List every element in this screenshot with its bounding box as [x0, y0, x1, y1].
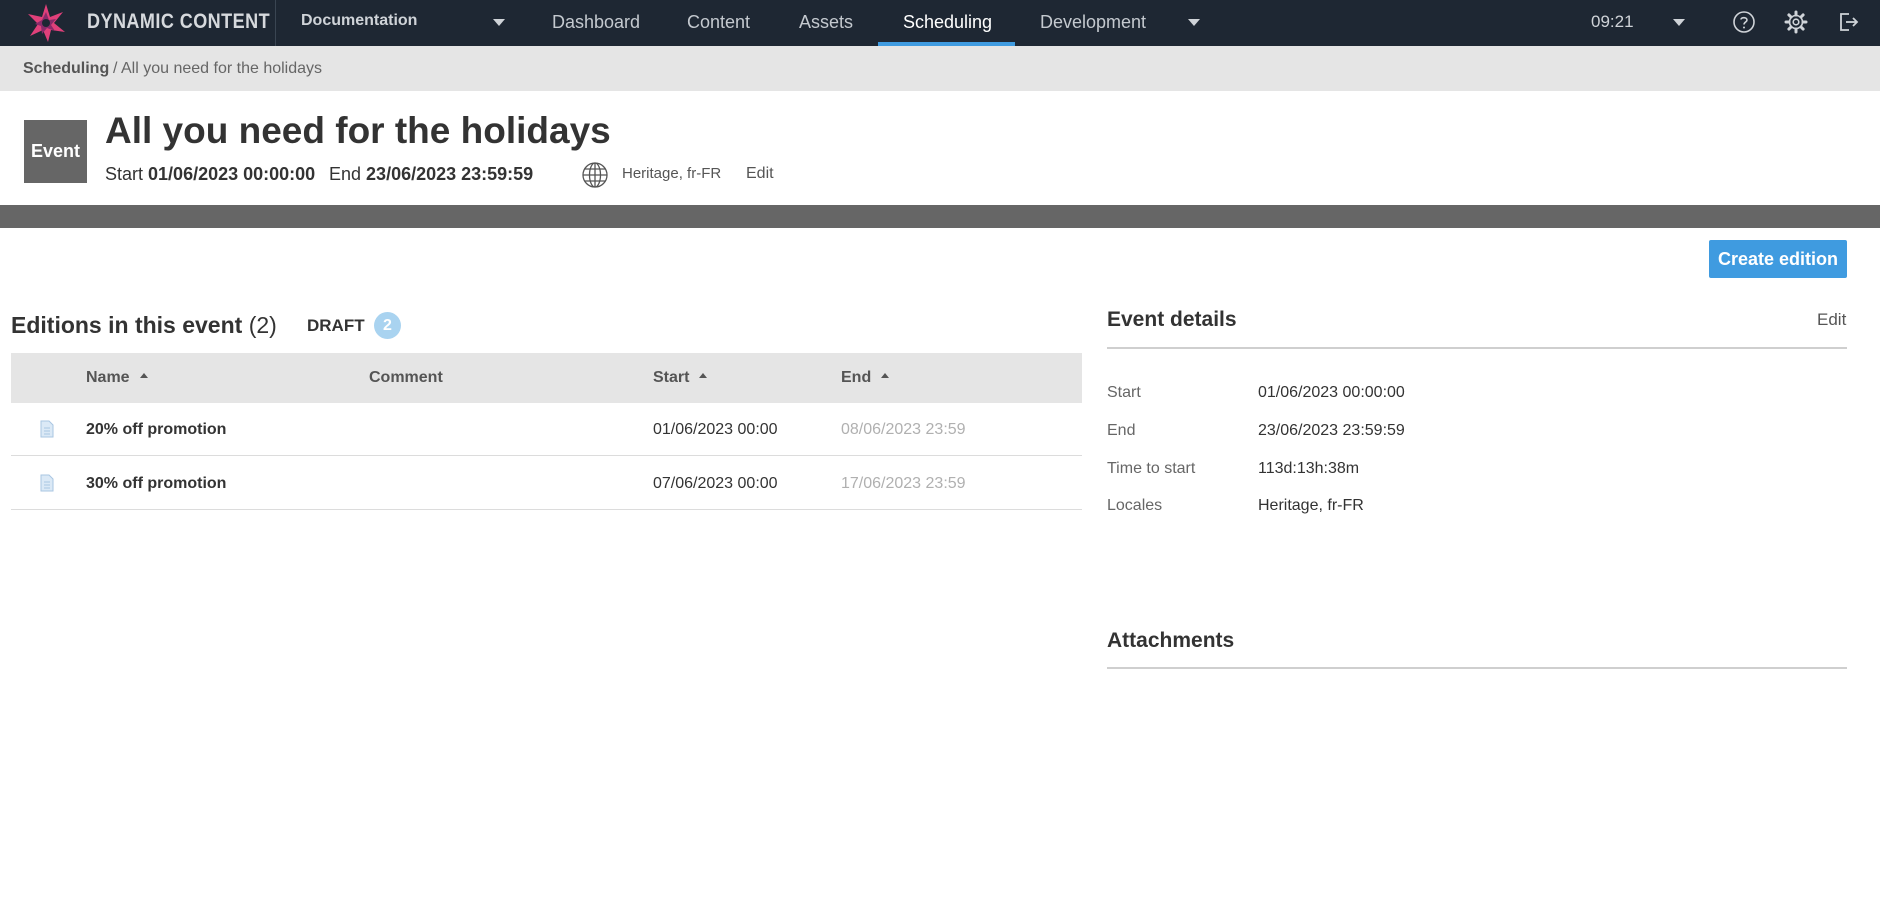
draft-count-badge: 2 [374, 312, 401, 339]
event-locales: Heritage, fr-FR [622, 165, 722, 182]
document-icon [40, 474, 54, 492]
sort-ascending-icon[interactable] [139, 373, 148, 379]
dynamic-content-logo-icon[interactable] [25, 2, 67, 44]
edition-name[interactable]: 20% off promotion [86, 421, 226, 439]
edition-end: 17/06/2023 23:59 [841, 475, 966, 492]
edition-start: 01/06/2023 00:00 [653, 421, 778, 438]
breadcrumb: Scheduling / All you need for the holida… [0, 46, 1880, 91]
detail-label-end: End [1107, 422, 1136, 439]
column-label: Start [653, 369, 690, 386]
end-value: 23/06/2023 23:59:59 [366, 164, 534, 184]
breadcrumb-current: / All you need for the holidays [113, 60, 323, 77]
event-details-heading: Event details [1107, 308, 1237, 331]
detail-value-start: 01/06/2023 00:00:00 [1258, 384, 1405, 401]
chevron-down-icon[interactable] [1673, 19, 1685, 26]
event-end: End 23/06/2023 23:59:59 [329, 164, 533, 185]
event-type-badge: Event [24, 120, 87, 183]
column-header-name[interactable]: Name [86, 369, 148, 387]
detail-label-start: Start [1107, 384, 1141, 401]
nav-scheduling[interactable]: Scheduling [903, 12, 992, 33]
breadcrumb-scheduling-link[interactable]: Scheduling [23, 60, 109, 78]
edit-details-link[interactable]: Edit [1817, 310, 1846, 330]
column-header-comment: Comment [369, 369, 443, 387]
nav-content[interactable]: Content [687, 12, 750, 33]
column-label: End [841, 369, 872, 386]
detail-value-time-to-start: 113d:13h:38m [1258, 460, 1360, 477]
column-header-end[interactable]: End [841, 369, 890, 387]
editions-heading: Editions in this event (2) [11, 312, 277, 339]
nav-development[interactable]: Development [1040, 12, 1146, 33]
detail-value-locales: Heritage, fr-FR [1258, 497, 1364, 514]
top-navigation-bar: DYNAMIC CONTENT Documentation Dashboard … [0, 0, 1880, 46]
start-label: Start [105, 164, 144, 184]
detail-value-end: 23/06/2023 23:59:59 [1258, 422, 1405, 439]
start-value: 01/06/2023 00:00:00 [148, 164, 316, 184]
editions-title: Editions in this event [11, 312, 243, 338]
gear-icon[interactable] [1783, 9, 1809, 35]
divider [275, 0, 276, 46]
chevron-down-icon[interactable] [1188, 19, 1200, 26]
detail-label-locales: Locales [1107, 497, 1163, 514]
page-title: All you need for the holidays [105, 110, 611, 151]
end-label: End [329, 164, 362, 184]
editions-table-header: Name Comment Start End [11, 353, 1082, 403]
table-row[interactable]: 20% off promotion 01/06/2023 00:00 08/06… [11, 403, 1082, 456]
attachments-heading: Attachments [1107, 629, 1235, 652]
column-label: Comment [369, 369, 443, 386]
help-icon[interactable] [1731, 9, 1757, 35]
sort-ascending-icon[interactable] [881, 373, 890, 379]
column-label: Name [86, 369, 130, 386]
edition-start: 07/06/2023 00:00 [653, 475, 778, 492]
clock-display[interactable]: 09:21 [1591, 12, 1634, 32]
nav-assets[interactable]: Assets [799, 12, 853, 33]
edition-name[interactable]: 30% off promotion [86, 475, 226, 493]
edit-event-link[interactable]: Edit [746, 165, 774, 183]
nav-dashboard[interactable]: Dashboard [552, 12, 640, 33]
event-start: Start 01/06/2023 00:00:00 [105, 164, 315, 185]
document-icon [40, 420, 54, 438]
brand-name[interactable]: DYNAMIC CONTENT [87, 10, 270, 34]
table-row[interactable]: 30% off promotion 07/06/2023 00:00 17/06… [11, 457, 1082, 510]
edition-end: 08/06/2023 23:59 [841, 421, 966, 438]
divider [1107, 347, 1847, 349]
editions-count: (2) [248, 312, 277, 338]
column-header-start[interactable]: Start [653, 369, 708, 387]
divider [1107, 667, 1847, 669]
chevron-down-icon[interactable] [493, 19, 505, 26]
event-timeline-band [0, 205, 1880, 228]
globe-icon [582, 162, 608, 188]
create-edition-button[interactable]: Create edition [1709, 240, 1847, 278]
sort-ascending-icon[interactable] [699, 373, 708, 379]
detail-label-time-to-start: Time to start [1107, 460, 1196, 477]
hub-selector[interactable]: Documentation [301, 12, 417, 30]
logout-icon[interactable] [1835, 9, 1861, 35]
draft-filter-label[interactable]: DRAFT [307, 316, 365, 336]
